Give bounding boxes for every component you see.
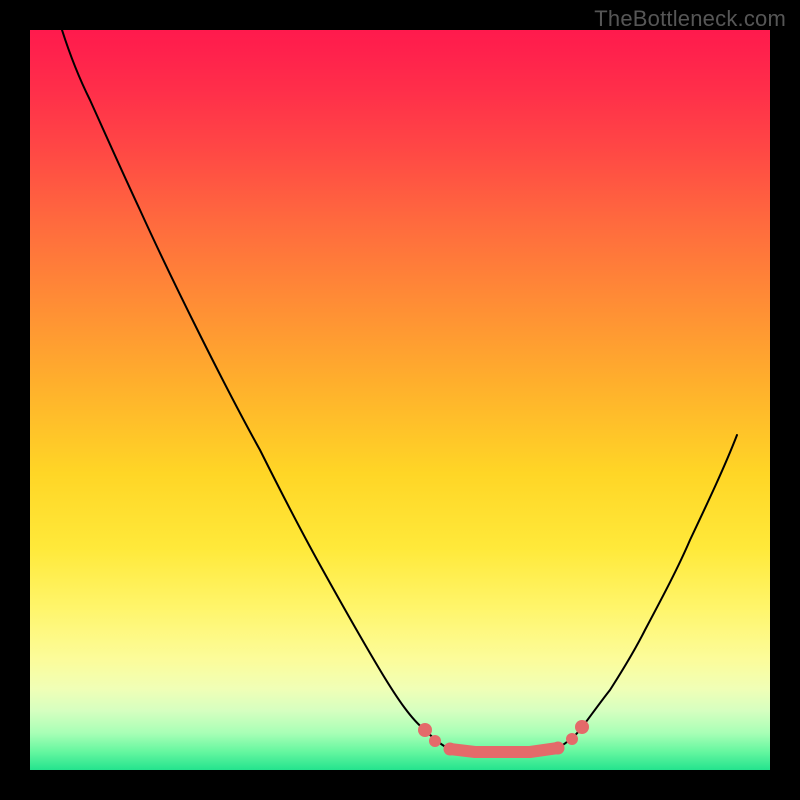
chart-stage: TheBottleneck.com: [0, 0, 800, 800]
optimal-region-path: [450, 748, 558, 752]
optimal-region-markers: [418, 720, 589, 756]
marker-dot: [444, 743, 457, 756]
marker-dot: [575, 720, 589, 734]
marker-dot: [429, 735, 441, 747]
curve-svg: [30, 30, 770, 770]
marker-dot: [418, 723, 432, 737]
marker-dot: [552, 742, 565, 755]
marker-dot: [566, 733, 578, 745]
plot-area: [30, 30, 770, 770]
bottleneck-curve: [62, 30, 737, 752]
watermark-text: TheBottleneck.com: [594, 6, 786, 32]
